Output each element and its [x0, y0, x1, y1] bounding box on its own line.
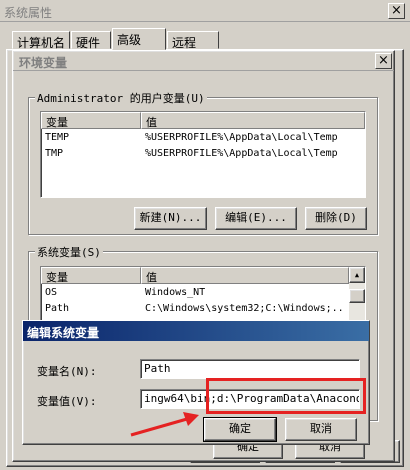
variable-name-label: 变量名(N): — [37, 365, 97, 378]
variable-value-label: 变量值(V): — [37, 395, 97, 408]
variable-name-input[interactable]: Path — [140, 359, 360, 379]
env-dialog-close-icon[interactable]: × — [375, 53, 392, 69]
system-table-header: 变量 值 — [41, 267, 365, 284]
row-name: OS — [45, 287, 58, 298]
system-variables-label: 系统变量(S) — [35, 244, 103, 260]
row-value: %USERPROFILE%\AppData\Local\Temp — [145, 148, 338, 159]
window-titlebar: 系统属性 × — [0, 0, 410, 22]
tab-remote[interactable]: 远程 — [167, 31, 219, 50]
window-close-icon[interactable]: × — [388, 3, 405, 19]
user-header-value[interactable]: 值 — [141, 112, 365, 129]
tab-computer-name[interactable]: 计算机名 — [12, 31, 70, 50]
table-row[interactable]: Path C:\Windows\system32;C:\Windows;... — [41, 301, 365, 317]
edit-dialog-title: 编辑系统变量 — [23, 321, 369, 341]
system-header-variable[interactable]: 变量 — [41, 267, 141, 284]
user-variables-table[interactable]: 变量 值 TEMP %USERPROFILE%\AppData\Local\Te… — [40, 111, 366, 198]
row-value: %USERPROFILE%\AppData\Local\Temp — [145, 132, 338, 143]
table-row[interactable]: TEMP %USERPROFILE%\AppData\Local\Temp — [41, 130, 365, 146]
user-header-variable[interactable]: 变量 — [41, 112, 141, 129]
scroll-up-icon[interactable]: ▲ — [349, 267, 365, 283]
row-name: TMP — [45, 148, 64, 159]
row-name: TEMP — [45, 132, 70, 143]
edit-ok-button[interactable]: 确定 — [203, 417, 277, 442]
window-title: 系统属性 — [4, 6, 53, 20]
env-dialog-title: 环境变量 — [19, 56, 68, 70]
user-edit-button[interactable]: 编辑(E)... — [215, 207, 297, 230]
edit-cancel-button[interactable]: 取消 — [285, 418, 357, 441]
system-header-value[interactable]: 值 — [141, 267, 349, 284]
user-variables-label: Administrator 的用户变量(U) — [35, 90, 207, 106]
table-row[interactable]: OS Windows_NT — [41, 285, 365, 301]
user-table-header: 变量 值 — [41, 112, 365, 129]
row-name: Path — [45, 303, 70, 314]
row-value: C:\Windows\system32;C:\Windows;... — [145, 303, 345, 314]
user-new-button[interactable]: 新建(N)... — [134, 207, 207, 230]
annotation-arrow-icon — [130, 412, 199, 437]
row-value: Windows_NT — [145, 287, 206, 298]
table-row[interactable]: TMP %USERPROFILE%\AppData\Local\Temp — [41, 146, 365, 162]
env-dialog-titlebar: 环境变量 × — [13, 51, 394, 71]
tab-hardware[interactable]: 硬件 — [71, 31, 111, 50]
user-delete-button[interactable]: 删除(D) — [305, 207, 367, 230]
user-variables-group: Administrator 的用户变量(U) 变量 值 TEMP %USERPR… — [28, 90, 378, 235]
annotation-highlight-box — [206, 378, 366, 414]
scroll-thumb[interactable] — [349, 289, 365, 303]
tab-advanced[interactable]: 高级 — [112, 28, 166, 50]
